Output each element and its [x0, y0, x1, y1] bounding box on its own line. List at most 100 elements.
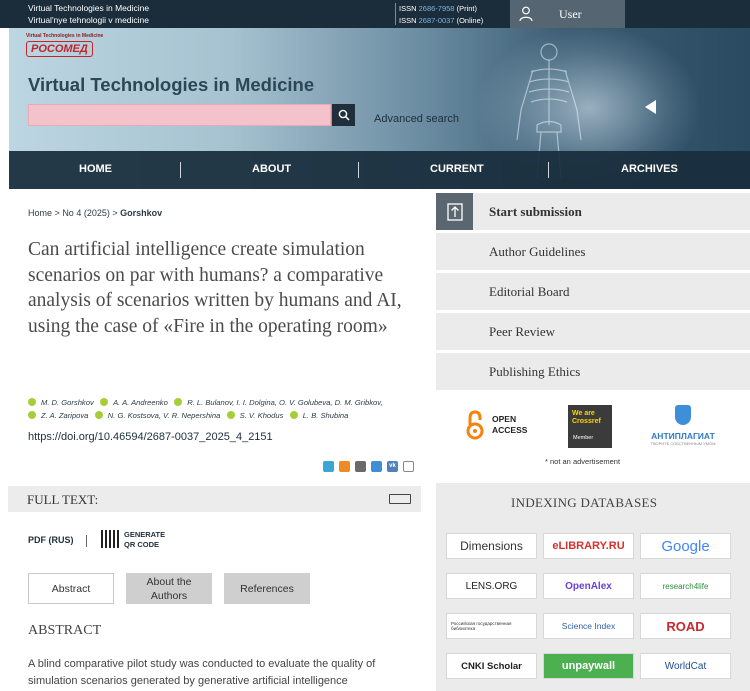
breadcrumb-home[interactable]: Home [28, 208, 52, 218]
qr-code-icon[interactable] [101, 530, 119, 548]
orcid-icon[interactable] [226, 411, 235, 419]
issn-print-link[interactable]: 2686-7958 [419, 4, 455, 13]
open-lock-icon [466, 410, 484, 440]
top-bar: Virtual Technologies in Medicine Virtual… [0, 0, 750, 28]
db-research4life[interactable]: research4life [640, 573, 731, 599]
db-science-index[interactable]: Science Index [543, 613, 634, 639]
pdf-link[interactable]: PDF (RUS) [28, 535, 74, 545]
breadcrumb: Home > No 4 (2025) > Gorshkov [28, 208, 163, 218]
db-elibrary[interactable]: eLIBRARY.RU [543, 533, 634, 559]
search-button[interactable] [332, 104, 355, 126]
db-dimensions[interactable]: Dimensions [446, 533, 537, 559]
user-icon [519, 6, 533, 22]
divider [86, 535, 87, 547]
antiplagiat-badge[interactable]: АНТИПЛАГИАТ ТВОРИТЕ СОБСТВЕННЫМ УМОМ [643, 405, 723, 450]
journal-name-en: Virtual Technologies in Medicine [28, 3, 150, 13]
orcid-icon[interactable] [94, 411, 103, 419]
author-list: M. D. Gorshkov A. A. Andreenko R. L. Bul… [28, 396, 428, 422]
orcid-icon[interactable] [100, 398, 109, 406]
not-ad-note: * not an advertisement [545, 457, 621, 466]
breadcrumb-current: Gorshkov [120, 208, 163, 218]
ok-share-icon[interactable] [339, 461, 350, 472]
db-lens[interactable]: LENS.ORG [446, 573, 537, 599]
site-title[interactable]: Virtual Technologies in Medicine [28, 74, 314, 96]
vk-share-icon[interactable]: vk [387, 461, 398, 472]
db-road[interactable]: ROAD [640, 613, 731, 639]
logo-mark: РОСОМЕД [26, 41, 93, 57]
orcid-icon[interactable] [174, 398, 183, 406]
logo-small-text: Virtual Technologies in Medicine [26, 33, 104, 39]
sidebar-item-author-guidelines[interactable]: Author Guidelines [436, 233, 750, 270]
db-openalex[interactable]: OpenAlex [543, 573, 634, 599]
sidebar-item-label: Editorial Board [489, 284, 570, 299]
search-icon [338, 109, 350, 121]
sidebar-item-label: Author Guidelines [489, 244, 586, 259]
sidebar-item-label: Peer Review [489, 324, 556, 339]
telegram-share-icon[interactable] [323, 461, 334, 472]
orcid-icon[interactable] [28, 411, 36, 419]
sidebar-item-editorial-board[interactable]: Editorial Board [436, 273, 750, 310]
article-title: Can artificial intelligence create simul… [28, 239, 402, 337]
author-link[interactable]: N. G. Kostsova, V. R. Nepershina [108, 411, 221, 420]
tab-abstract[interactable]: Abstract [28, 573, 114, 604]
tab-references[interactable]: References [224, 573, 310, 604]
db-cnki[interactable]: CNKI Scholar [446, 653, 537, 679]
db-rsl[interactable]: Российская государственная библиотека [446, 613, 537, 639]
user-label: User [559, 7, 582, 21]
nav-divider [548, 162, 549, 178]
author-link[interactable]: A. A. Andreenko [113, 398, 168, 407]
open-access-text: OPEN ACCESS [492, 414, 528, 435]
db-unpaywall[interactable]: unpaywall [543, 653, 634, 679]
full-text-bar: FULL TEXT: [8, 486, 421, 512]
copy-share-icon[interactable] [403, 461, 414, 472]
nav-current[interactable]: CURRENT [430, 163, 484, 175]
site-header: Virtual Technologies in Medicine РОСОМЕД… [9, 28, 750, 189]
orcid-icon[interactable] [289, 411, 298, 419]
topbar-divider [395, 3, 396, 25]
nav-divider [358, 162, 359, 178]
author-link[interactable]: Z. A. Zaripova [41, 411, 88, 420]
shield-icon [675, 405, 691, 425]
search-input[interactable] [28, 104, 331, 126]
advanced-search-link[interactable]: Advanced search [374, 113, 459, 125]
full-text-label: FULL TEXT: [27, 492, 99, 507]
nav-home[interactable]: HOME [79, 163, 112, 175]
sidebar-item-publishing-ethics[interactable]: Publishing Ethics [436, 353, 750, 390]
viber-share-icon[interactable] [371, 461, 382, 472]
sidebar-item-peer-review[interactable]: Peer Review [436, 313, 750, 350]
indexing-title: INDEXING DATABASES [511, 495, 658, 510]
db-worldcat[interactable]: WorldCat [640, 653, 731, 679]
orcid-icon[interactable] [28, 398, 36, 406]
open-access-badge[interactable]: OPEN ACCESS [463, 406, 533, 446]
nav-about[interactable]: ABOUT [252, 163, 291, 175]
issn-online: ISSN 2687-0037 (Online) [399, 16, 484, 25]
issn-print: ISSN 2686-7958 (Print) [399, 4, 477, 13]
breadcrumb-issue[interactable]: No 4 (2025) [62, 208, 110, 218]
email-share-icon[interactable] [355, 461, 366, 472]
crossref-member-badge[interactable]: We are Crossref Member [568, 405, 612, 448]
doi-link[interactable]: https://doi.org/10.46594/2687-0037_2025_… [28, 431, 273, 443]
sidebar-item-label: Start submission [489, 204, 582, 219]
author-link[interactable]: R. L. Bulanov, I. I. Dolgina, O. V. Golu… [187, 398, 382, 407]
author-link[interactable]: M. D. Gorshkov [41, 398, 94, 407]
journal-logo[interactable]: Virtual Technologies in Medicine РОСОМЕД [26, 33, 104, 67]
tab-about-authors[interactable]: About the Authors [126, 573, 212, 604]
author-link[interactable]: L. B. Shubina [303, 411, 349, 420]
abstract-text: A blind comparative pilot study was cond… [28, 658, 376, 687]
sidebar-item-label: Publishing Ethics [489, 364, 581, 379]
upload-icon [446, 202, 463, 221]
upload-icon-box [436, 193, 473, 230]
generate-qr-button[interactable]: GENERATE QR CODE [124, 530, 165, 550]
slider-arrow-icon[interactable] [645, 100, 656, 114]
issn-online-link[interactable]: 2687-0037 [419, 16, 455, 25]
author-link[interactable]: S. V. Khodus [240, 411, 284, 420]
sidebar-item-start-submission[interactable]: Start submission [436, 193, 750, 230]
expand-icon[interactable] [389, 494, 411, 504]
abstract-heading: ABSTRACT [28, 623, 102, 638]
main-nav: HOME ABOUT CURRENT ARCHIVES [9, 151, 750, 189]
nav-divider [180, 162, 181, 178]
nav-archives[interactable]: ARCHIVES [621, 163, 678, 175]
db-google[interactable]: Google [640, 533, 731, 559]
user-menu-button[interactable]: User [510, 0, 625, 28]
journal-name-translit: Virtual'nye tehnologii v medicine [28, 15, 150, 25]
